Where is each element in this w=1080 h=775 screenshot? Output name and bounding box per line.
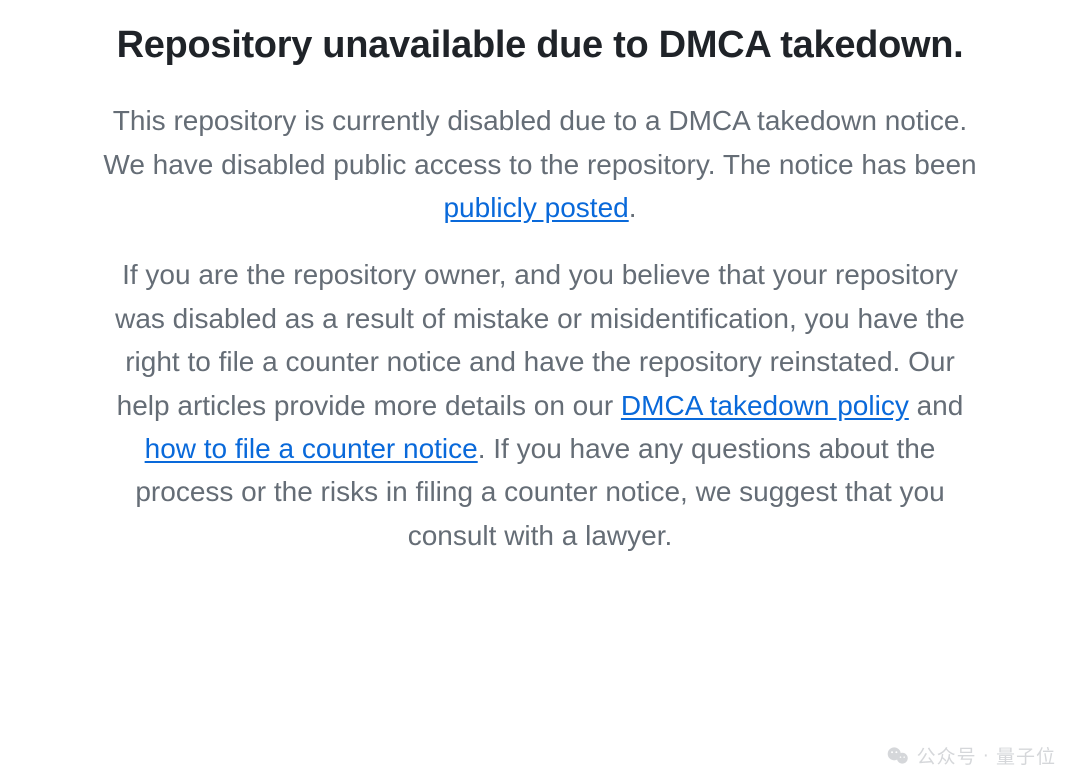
watermark-name: 量子位 (996, 742, 1056, 769)
dmca-policy-link[interactable]: DMCA takedown policy (621, 390, 909, 421)
watermark-sep: · (983, 745, 990, 767)
watermark-label: 公众号 (917, 742, 977, 769)
para1-text-after: . (629, 192, 637, 223)
publicly-posted-link[interactable]: publicly posted (443, 192, 628, 223)
page-title: Repository unavailable due to DMCA taked… (95, 20, 985, 71)
notice-paragraph-2: If you are the repository owner, and you… (95, 253, 985, 557)
counter-notice-link[interactable]: how to file a counter notice (145, 433, 478, 464)
watermark: 公众号 · 量子位 (885, 742, 1056, 769)
wechat-icon (885, 743, 911, 769)
para1-text-before: This repository is currently disabled du… (103, 105, 976, 179)
para2-text2: and (909, 390, 964, 421)
notice-paragraph-1: This repository is currently disabled du… (95, 99, 985, 229)
